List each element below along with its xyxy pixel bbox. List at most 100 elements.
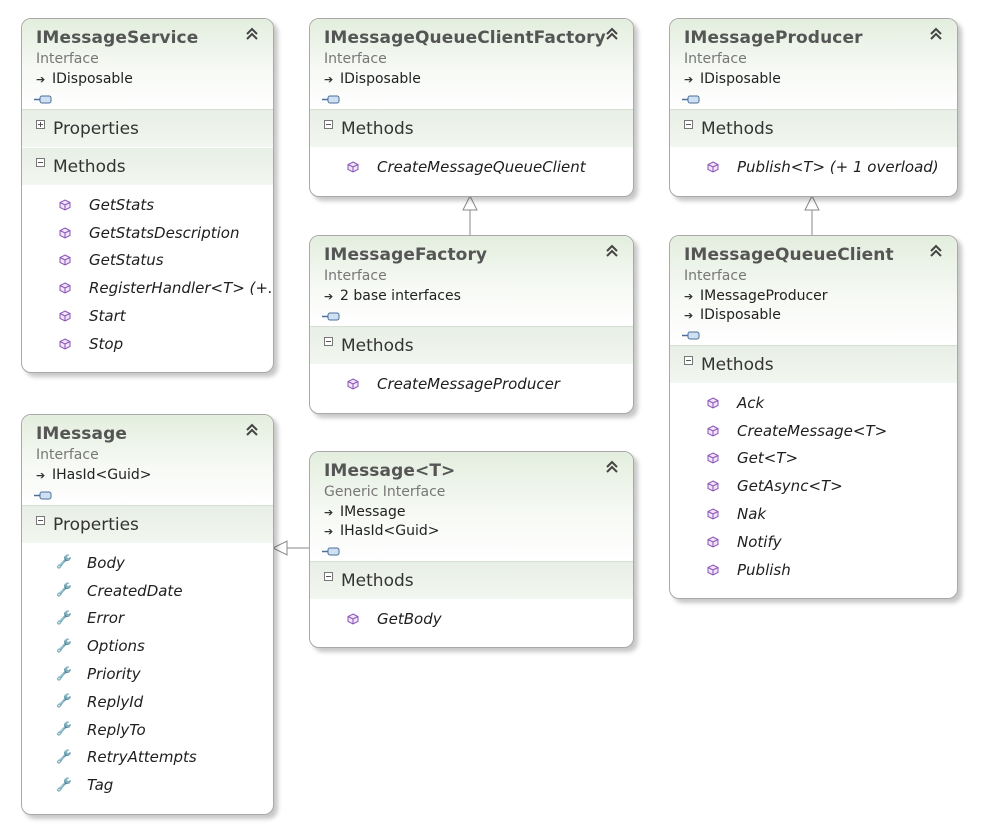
interface-lollipop-icon [682,331,700,340]
method-item[interactable]: Get<T> [670,445,957,473]
method-item[interactable]: GetBody [310,605,633,633]
base-interface: ➔ IMessageProducer [684,288,828,304]
method-item[interactable]: Publish [670,556,957,584]
base-interface: ➔ 2 base interfaces [324,288,461,304]
wrench-icon: 🔧 [55,610,72,626]
method-cube-icon [59,199,71,211]
section-properties[interactable]: Properties [22,506,273,544]
section-methods[interactable]: Methods [310,562,633,600]
method-cube-icon [59,227,71,239]
double-chevron-up-icon[interactable] [603,458,621,476]
method-item[interactable]: CreateMessageProducer [310,370,633,398]
stereotype-label: Interface [324,51,387,67]
property-item[interactable]: 🔧 Tag [22,771,273,799]
double-chevron-up-icon[interactable] [243,25,261,43]
interface-name: IMessageQueueClient [684,245,894,265]
interface-box-imessagequeueclient[interactable]: IMessageQueueClient Interface ➔ IMessageP… [669,235,958,599]
collapse-minus-icon[interactable] [324,572,333,581]
interface-name: IMessageQueueClientFactory [324,28,606,48]
property-item[interactable]: 🔧 CreatedDate [22,577,273,605]
collapse-minus-icon[interactable] [36,516,45,525]
box-header: IMessageService Interface ➔ IDisposable [22,19,273,110]
collapse-minus-icon[interactable] [684,120,693,129]
interface-box-imessage-t[interactable]: IMessage<T> Generic Interface ➔ IMessage … [309,451,634,648]
method-item[interactable]: Stop [22,330,273,358]
method-item[interactable]: Ack [670,389,957,417]
double-chevron-up-icon[interactable] [927,242,945,260]
property-item[interactable]: 🔧 ReplyId [22,688,273,716]
stereotype-label: Generic Interface [324,484,446,500]
method-item[interactable]: Nak [670,500,957,528]
base-interface: ➔ IDisposable [36,71,133,87]
interface-box-imessageproducer[interactable]: IMessageProducer Interface ➔ IDisposable … [669,18,958,197]
box-header: IMessageQueueClient Interface ➔ IMessageP… [670,236,957,346]
interface-box-imessage[interactable]: IMessage Interface ➔ IHasId<Guid> Propert… [21,414,274,815]
property-item[interactable]: 🔧 Error [22,605,273,633]
inherit-arrow-icon: ➔ [324,290,334,303]
method-cube-icon [59,310,71,322]
interface-box-imessagequeueclientfactory[interactable]: IMessageQueueClientFactory Interface ➔ ID… [309,18,634,197]
member-list: GetStats GetStatsDescription GetStatus R… [22,186,273,364]
interface-lollipop-icon [34,95,52,104]
double-chevron-up-icon[interactable] [243,421,261,439]
method-cube-icon [347,161,359,173]
double-chevron-up-icon[interactable] [603,25,621,43]
method-cube-icon [707,564,719,576]
collapse-minus-icon[interactable] [36,158,45,167]
interface-lollipop-icon [322,312,340,321]
stereotype-label: Interface [684,268,747,284]
property-item[interactable]: 🔧 Options [22,632,273,660]
wrench-icon: 🔧 [55,638,72,654]
method-cube-icon [707,161,719,173]
method-item[interactable]: GetStatsDescription [22,219,273,247]
collapse-minus-icon[interactable] [324,337,333,346]
collapse-minus-icon[interactable] [684,356,693,365]
double-chevron-up-icon[interactable] [927,25,945,43]
member-list: GetBody [310,600,633,639]
section-methods[interactable]: Methods [670,110,957,148]
box-header: IMessageProducer Interface ➔ IDisposable [670,19,957,110]
section-methods[interactable]: Methods [670,346,957,384]
method-item[interactable]: Start [22,302,273,330]
interface-name: IMessageService [36,28,199,48]
inherit-arrow-icon: ➔ [36,469,46,482]
method-cube-icon [707,480,719,492]
member-list: CreateMessageQueueClient [310,148,633,187]
member-list: CreateMessageProducer [310,365,633,404]
interface-box-imessageservice[interactable]: IMessageService Interface ➔ IDisposable P… [21,18,274,373]
wrench-icon: 🔧 [55,749,72,765]
inherit-arrow-icon: ➔ [684,309,694,322]
inherit-arrow-icon: ➔ [684,73,694,86]
method-item[interactable]: Publish<T> (+ 1 overload) [670,153,957,181]
inheritance-arrowhead [462,194,478,211]
wrench-icon: 🔧 [55,583,72,599]
section-methods[interactable]: Methods [22,148,273,186]
interface-lollipop-icon [682,95,700,104]
stereotype-label: Interface [324,268,387,284]
collapse-minus-icon[interactable] [324,120,333,129]
method-item[interactable]: RegisterHandler<T> (+... [22,274,273,302]
method-item[interactable]: GetStats [22,191,273,219]
method-item[interactable]: CreateMessage<T> [670,417,957,445]
inherit-arrow-icon: ➔ [324,525,334,538]
interface-lollipop-icon [322,547,340,556]
method-item[interactable]: Notify [670,528,957,556]
property-item[interactable]: 🔧 ReplyTo [22,716,273,744]
interface-box-imessagefactory[interactable]: IMessageFactory Interface ➔ 2 base interf… [309,235,634,414]
method-item[interactable]: CreateMessageQueueClient [310,153,633,181]
inheritance-arrowhead [271,540,288,556]
method-item[interactable]: GetAsync<T> [670,472,957,500]
section-methods[interactable]: Methods [310,327,633,365]
method-item[interactable]: GetStatus [22,247,273,275]
base-interface: ➔ IDisposable [684,71,781,87]
property-item[interactable]: 🔧 Body [22,549,273,577]
base-interface: ➔ IHasId<Guid> [324,523,440,539]
property-item[interactable]: 🔧 Priority [22,660,273,688]
section-methods[interactable]: Methods [310,110,633,148]
section-properties-collapsed[interactable]: Properties [22,110,273,148]
double-chevron-up-icon[interactable] [603,242,621,260]
expand-plus-icon[interactable] [36,120,45,129]
method-cube-icon [59,282,71,294]
property-item[interactable]: 🔧 RetryAttempts [22,744,273,772]
method-cube-icon [59,338,71,350]
